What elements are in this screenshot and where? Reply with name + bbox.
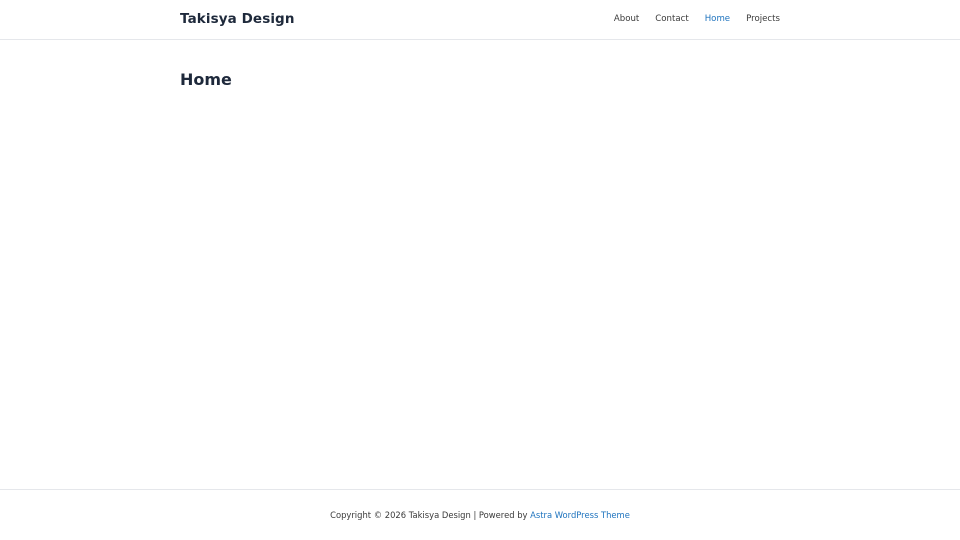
- footer-theme-link[interactable]: Astra WordPress Theme: [530, 510, 630, 520]
- footer-copyright: Copyright © 2026 Takisya Design | Powere…: [330, 510, 630, 520]
- site-page: Takisya Design About Contact Home Projec…: [0, 0, 960, 540]
- site-footer: Copyright © 2026 Takisya Design | Powere…: [0, 489, 960, 540]
- nav-link-home[interactable]: Home: [705, 14, 730, 24]
- main-content: Home: [0, 40, 960, 489]
- nav-link-contact[interactable]: Contact: [655, 14, 688, 24]
- nav-link-about[interactable]: About: [614, 14, 639, 24]
- nav-link-projects[interactable]: Projects: [746, 14, 780, 24]
- footer-copyright-text: Copyright © 2026 Takisya Design | Powere…: [330, 510, 531, 520]
- site-header: Takisya Design About Contact Home Projec…: [0, 0, 960, 40]
- site-title-link[interactable]: Takisya Design: [180, 11, 295, 27]
- main-navigation: About Contact Home Projects: [598, 14, 780, 24]
- page-title: Home: [180, 70, 232, 89]
